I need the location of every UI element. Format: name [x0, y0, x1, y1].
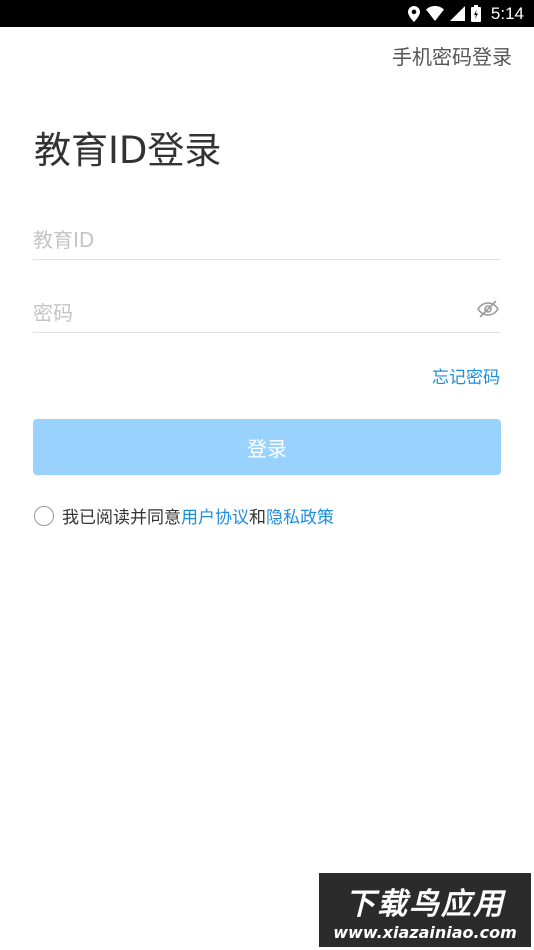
watermark-url: www.xiazainiao.com — [333, 922, 517, 942]
password-field — [33, 293, 500, 333]
status-bar: 5:14 — [0, 0, 534, 27]
battery-icon — [470, 5, 481, 22]
agreement-row: 我已阅读并同意 用户协议 和 隐私政策 — [34, 503, 334, 528]
site-watermark: 下载鸟应用 www.xiazainiao.com — [319, 873, 531, 947]
hide-password-icon[interactable] — [476, 297, 500, 321]
watermark-title: 下载鸟应用 — [345, 886, 505, 922]
forgot-password-link[interactable]: 忘记密码 — [432, 363, 500, 388]
wifi-icon — [425, 6, 444, 21]
privacy-policy-link[interactable]: 隐私政策 — [266, 503, 334, 528]
cell-signal-icon — [449, 6, 465, 21]
password-input[interactable] — [33, 293, 500, 332]
phone-password-login-link[interactable]: 手机密码登录 — [392, 41, 512, 70]
user-agreement-link[interactable]: 用户协议 — [181, 503, 249, 528]
edu-id-input[interactable] — [33, 220, 500, 259]
agreement-checkbox[interactable] — [34, 505, 54, 526]
page-title: 教育ID登录 — [34, 129, 222, 172]
agreement-conjunction: 和 — [249, 508, 266, 528]
status-time: 5:14 — [490, 3, 524, 23]
agreement-prefix: 我已阅读并同意 — [62, 508, 181, 528]
edu-id-field — [33, 220, 500, 260]
location-icon — [407, 5, 420, 22]
login-button[interactable]: 登录 — [33, 419, 501, 475]
